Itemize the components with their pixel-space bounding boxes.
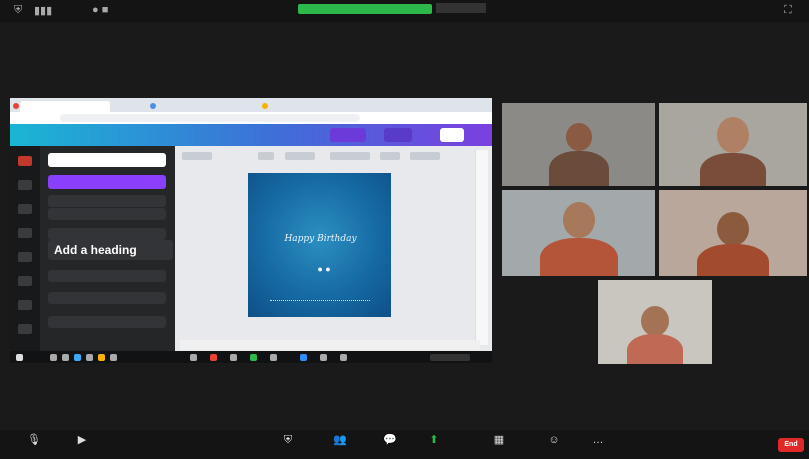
taskbar-app-icon[interactable] — [320, 354, 327, 361]
participant-body — [700, 153, 766, 186]
mic-icon: 🎙 — [27, 434, 41, 446]
taskbar-app-icon[interactable] — [250, 354, 257, 361]
browser-tab[interactable] — [20, 101, 110, 112]
design-signature-text — [270, 292, 370, 301]
view-options-icon[interactable]: ⛶ — [784, 4, 792, 17]
text-icon[interactable] — [18, 228, 32, 238]
share-screen-icon: ⬆ — [429, 434, 439, 446]
canva-left-rail — [10, 146, 40, 351]
editor-toolbar-item[interactable] — [410, 152, 440, 160]
security-button[interactable]: ⛨ — [268, 434, 308, 458]
mute-button[interactable]: 🎙 — [14, 434, 54, 458]
add-text-box-button[interactable] — [48, 175, 166, 189]
video-button[interactable]: ▶ — [62, 434, 102, 458]
participant-body — [548, 151, 609, 186]
editor-toolbar-item[interactable] — [182, 152, 212, 160]
uploads-icon[interactable] — [18, 204, 32, 214]
browser-dot-icon — [262, 103, 268, 109]
panel-item[interactable] — [48, 228, 166, 240]
chat-icon: 💬 — [383, 434, 397, 446]
start-icon[interactable] — [16, 354, 23, 361]
panel-item[interactable] — [48, 195, 166, 207]
taskbar-clock[interactable] — [430, 354, 470, 361]
participant-video-tile[interactable] — [500, 101, 657, 188]
url-input[interactable] — [60, 114, 360, 122]
taskbar-app-icon[interactable] — [86, 354, 93, 361]
add-body-text-button[interactable] — [48, 292, 166, 304]
participants-button[interactable]: 👥 — [320, 434, 360, 458]
design-title-text: Happy Birthday — [284, 234, 357, 244]
editor-toolbar-item[interactable] — [380, 152, 400, 160]
add-subheading-button[interactable] — [48, 270, 166, 282]
taskbar-app-icon[interactable] — [190, 354, 197, 361]
taskbar-app-icon[interactable] — [340, 354, 347, 361]
panel-item[interactable] — [48, 208, 166, 220]
participant-face — [717, 117, 749, 153]
participant-body — [539, 238, 618, 276]
taskbar-app-icon[interactable] — [230, 354, 237, 361]
canva-header — [10, 124, 492, 146]
active-speaker-name — [436, 3, 486, 13]
taskbar-app-icon[interactable] — [270, 354, 277, 361]
participant-body — [627, 334, 683, 364]
taskbar-app-icon[interactable] — [62, 354, 69, 361]
security-icon: ⛨ — [283, 434, 293, 446]
reactions-icon: ☺ — [548, 434, 560, 446]
participant-video-tile[interactable] — [657, 101, 809, 188]
photos-icon[interactable] — [18, 252, 32, 262]
video-icon: ▶ — [77, 434, 87, 446]
text-search-input[interactable] — [48, 153, 166, 167]
editor-scrollbar[interactable] — [475, 150, 488, 345]
chat-button[interactable]: 💬 — [370, 434, 410, 458]
taskbar-app-icon[interactable] — [74, 354, 81, 361]
participant-face — [641, 306, 669, 336]
meeting-info-icon[interactable]: ▮▮▮ — [34, 4, 52, 17]
taskbar-app-icon[interactable] — [110, 354, 117, 361]
breakout-rooms-button[interactable]: ▦ — [474, 434, 524, 458]
canva-upgrade-button[interactable] — [330, 128, 366, 142]
breakout-rooms-icon: ▦ — [493, 434, 505, 446]
panel-item[interactable] — [48, 316, 166, 328]
more-icon: … — [592, 434, 604, 446]
more-button[interactable]: … — [578, 434, 618, 458]
design-icon[interactable] — [18, 156, 32, 166]
elements-icon[interactable] — [18, 180, 32, 190]
participants-icon: 👥 — [333, 434, 347, 446]
browser-dot-icon — [13, 103, 19, 109]
add-heading-button[interactable]: Add a heading — [48, 240, 173, 260]
canva-print-button[interactable] — [384, 128, 412, 142]
participant-face — [565, 123, 592, 151]
editor-toolbar-item[interactable] — [285, 152, 315, 160]
participant-video-tile[interactable] — [596, 278, 714, 366]
security-shield-icon[interactable]: ⛨ — [14, 4, 22, 17]
design-dots: ● ● — [317, 264, 331, 274]
apps-icon[interactable] — [18, 324, 32, 334]
reactions-button[interactable]: ☺ — [534, 434, 574, 458]
canva-share-button[interactable] — [440, 128, 464, 142]
editor-toolbar-item[interactable] — [258, 152, 274, 160]
taskbar-app-icon[interactable] — [300, 354, 307, 361]
participant-video-tile[interactable] — [657, 188, 809, 278]
taskbar-app-icon[interactable] — [98, 354, 105, 361]
participant-face — [717, 212, 749, 246]
participant-video-tile[interactable] — [500, 188, 657, 278]
editor-footer — [180, 340, 480, 350]
taskbar-app-icon[interactable] — [210, 354, 217, 361]
participant-face — [562, 202, 595, 238]
participant-body — [697, 244, 769, 276]
recording-icon: ● ■ — [92, 4, 109, 16]
styles-icon[interactable] — [18, 276, 32, 286]
share-screen-button[interactable]: ⬆ — [414, 434, 454, 458]
editor-toolbar-item[interactable] — [330, 152, 370, 160]
end-meeting-button[interactable]: End — [778, 438, 804, 452]
browser-dot-icon — [150, 103, 156, 109]
audio-icon[interactable] — [18, 300, 32, 310]
active-speaker-indicator — [298, 4, 432, 14]
taskbar-app-icon[interactable] — [50, 354, 57, 361]
